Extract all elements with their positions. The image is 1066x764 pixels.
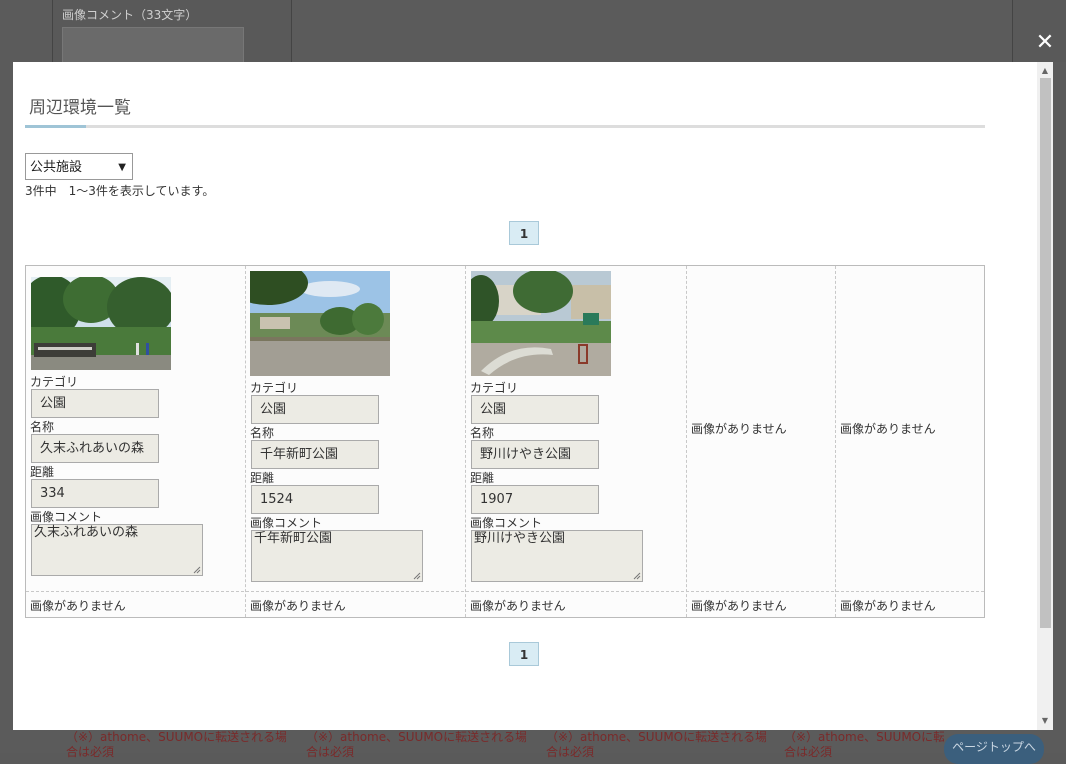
background-warning: （※）athome、SUUMOに転送される場合は必須合は必須 — [784, 730, 944, 759]
category-field[interactable]: 公園 — [251, 395, 379, 424]
category-select-value: 公共施設 — [30, 160, 83, 175]
category-select[interactable]: 公共施設 ▼ — [25, 153, 133, 180]
grid-item: カテゴリ 公園 名称 久末ふれあいの森 距離 334 画像コメント 久末ふれあい… — [26, 266, 245, 591]
grid-divider — [835, 266, 836, 617]
surroundings-grid: カテゴリ 公園 名称 久末ふれあいの森 距離 334 画像コメント 久末ふれあい… — [25, 265, 985, 618]
distance-label: 距離 — [470, 471, 495, 485]
scroll-up-icon[interactable]: ▲ — [1037, 64, 1053, 78]
scroll-thumb[interactable] — [1040, 78, 1051, 628]
image-comment-text: 久末ふれあいの森 — [34, 525, 139, 540]
image-comment-label: 画像コメント — [470, 516, 543, 530]
close-icon[interactable]: ✕ — [1034, 32, 1056, 54]
background-image-comment-label: 画像コメント（33文字） — [62, 8, 198, 22]
modal-title: 周辺環境一覧 — [29, 98, 131, 118]
scroll-down-icon[interactable]: ▼ — [1037, 714, 1053, 728]
distance-field[interactable]: 1524 — [251, 485, 379, 514]
distance-label: 距離 — [30, 465, 55, 479]
name-field[interactable]: 野川けやき公園 — [471, 440, 599, 469]
no-image-text: 画像がありません — [470, 599, 566, 613]
resize-grip-icon[interactable] — [193, 566, 201, 574]
name-label: 名称 — [250, 426, 275, 440]
pagination-page-1[interactable]: 1 — [509, 642, 539, 666]
name-field[interactable]: 千年新町公園 — [251, 440, 379, 469]
category-label: カテゴリ — [250, 381, 299, 395]
no-image-text: 画像がありません — [250, 599, 346, 613]
item-photo[interactable] — [250, 271, 390, 376]
no-image-text: 画像がありません — [840, 599, 936, 613]
name-label: 名称 — [30, 420, 55, 434]
background-warning: （※）athome、SUUMOに転送される場合は必須合は必須 — [546, 730, 766, 759]
grid-item: カテゴリ 公園 名称 千年新町公園 距離 1524 画像コメント 千年新町公園 — [246, 266, 465, 591]
background-warning: （※）athome、SUUMOに転送される場合は必須合は必須 — [66, 730, 286, 759]
grid-item: カテゴリ 公園 名称 野川けやき公園 距離 1907 画像コメント 野川けやき公… — [466, 266, 686, 591]
name-label: 名称 — [470, 426, 495, 440]
no-image-text: 画像がありません — [30, 599, 126, 613]
category-field[interactable]: 公園 — [31, 389, 159, 418]
modal-scrollbar[interactable]: ▲ ▼ — [1037, 62, 1053, 730]
category-label: カテゴリ — [30, 375, 79, 389]
distance-label: 距離 — [250, 471, 275, 485]
title-accent — [25, 125, 86, 128]
no-image-text: 画像がありません — [691, 599, 787, 613]
title-rule — [25, 125, 985, 128]
item-photo[interactable] — [471, 271, 611, 376]
image-comment-field[interactable]: 久末ふれあいの森 — [31, 524, 203, 576]
category-label: カテゴリ — [470, 381, 519, 395]
image-comment-field[interactable]: 千年新町公園 — [251, 530, 423, 582]
name-field[interactable]: 久末ふれあいの森 — [31, 434, 159, 463]
category-field[interactable]: 公園 — [471, 395, 599, 424]
image-comment-text: 野川けやき公園 — [474, 531, 566, 546]
chevron-down-icon: ▼ — [118, 162, 126, 173]
image-comment-field[interactable]: 野川けやき公園 — [471, 530, 643, 582]
background-warning: （※）athome、SUUMOに転送される場合は必須合は必須 — [306, 730, 526, 759]
page-top-button[interactable]: ページトップへ — [944, 734, 1044, 764]
image-comment-text: 千年新町公園 — [254, 531, 333, 546]
image-comment-label: 画像コメント — [30, 510, 103, 524]
image-comment-label: 画像コメント — [250, 516, 323, 530]
pagination-page-1[interactable]: 1 — [509, 221, 539, 245]
distance-field[interactable]: 334 — [31, 479, 159, 508]
resize-grip-icon[interactable] — [413, 572, 421, 580]
grid-divider — [686, 266, 687, 617]
resize-grip-icon[interactable] — [633, 572, 641, 580]
surroundings-modal: 周辺環境一覧 公共施設 ▼ 3件中 1〜3件を表示しています。 1 カテゴリ 公… — [13, 62, 1053, 730]
result-count: 3件中 1〜3件を表示しています。 — [25, 184, 215, 198]
distance-field[interactable]: 1907 — [471, 485, 599, 514]
no-image-text: 画像がありません — [840, 422, 936, 436]
item-photo[interactable] — [31, 277, 171, 370]
modal-content: 周辺環境一覧 公共施設 ▼ 3件中 1〜3件を表示しています。 1 カテゴリ 公… — [13, 62, 1037, 730]
grid-row-divider — [26, 591, 984, 592]
no-image-text: 画像がありません — [691, 422, 787, 436]
